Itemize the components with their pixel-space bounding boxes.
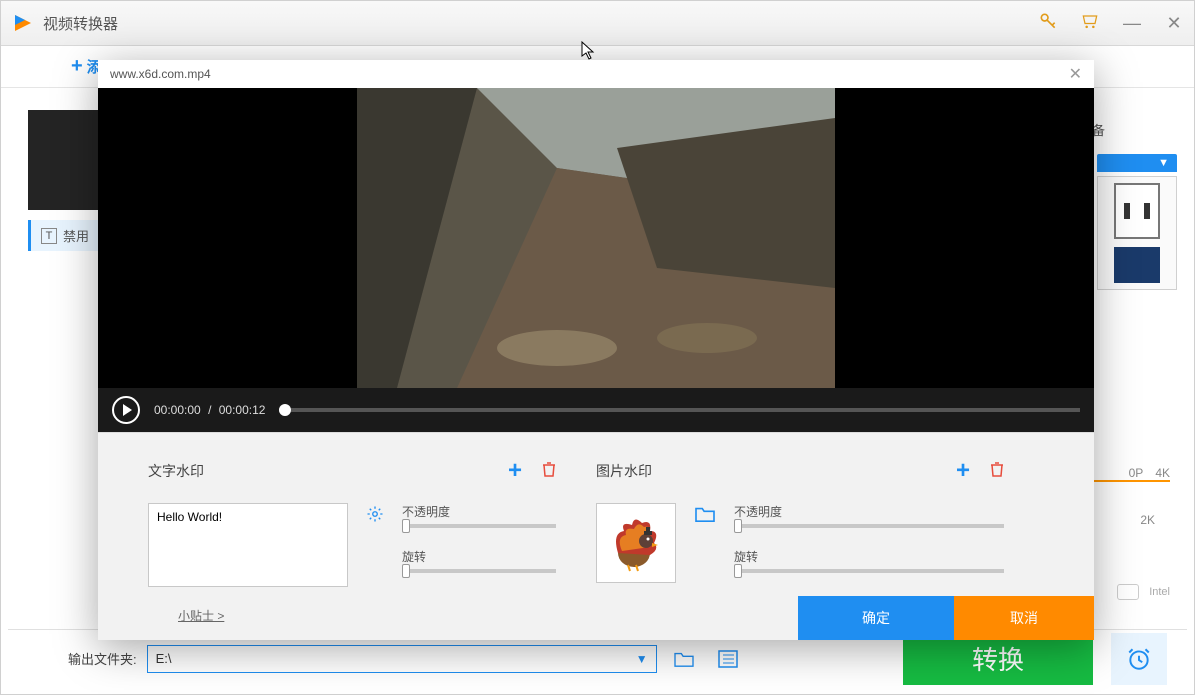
video-controls: 00:00:00 / 00:00:12	[98, 388, 1094, 432]
video-frame[interactable]: 央视 新闻	[357, 88, 835, 388]
intel-row: Intel	[1117, 584, 1170, 600]
video-preview-area: 央视 新闻	[98, 88, 1094, 388]
list-button[interactable]	[711, 645, 745, 673]
cart-icon[interactable]	[1080, 11, 1100, 36]
res-0p: 0P	[1129, 466, 1144, 480]
output-folder-label: 输出文件夹:	[68, 649, 137, 668]
minimize-button[interactable]: —	[1122, 13, 1142, 34]
text-rotate-label: 旋转	[402, 548, 556, 565]
img-opacity-label: 不透明度	[734, 503, 1004, 520]
browse-img-button[interactable]	[694, 505, 716, 583]
key-icon[interactable]	[1038, 11, 1058, 36]
format-preview-box	[1097, 176, 1177, 290]
res-2k: 2K	[1140, 513, 1155, 527]
dialog-buttons: 确定 取消	[798, 596, 1094, 640]
intel-chip-icon	[1117, 584, 1139, 600]
cancel-button[interactable]: 取消	[954, 596, 1094, 640]
slider-thumb[interactable]	[734, 564, 742, 578]
ok-button[interactable]: 确定	[798, 596, 954, 640]
text-wm-title: 文字水印	[148, 461, 204, 481]
chevron-down-icon: ▼	[636, 652, 648, 666]
output-path: E:\	[156, 651, 172, 666]
schedule-button[interactable]	[1111, 633, 1167, 685]
open-folder-button[interactable]	[667, 645, 701, 673]
add-img-wm-button[interactable]: +	[956, 457, 970, 485]
resolution-row: 0P 4K	[1129, 466, 1170, 480]
slider-thumb[interactable]	[402, 519, 410, 533]
res-4k: 4K	[1155, 466, 1170, 480]
intel-label: Intel	[1149, 586, 1170, 598]
slider-thumb[interactable]	[734, 519, 742, 533]
add-text-wm-button[interactable]: +	[508, 457, 522, 485]
right-panel: ▼	[1097, 110, 1177, 290]
seek-bar[interactable]	[279, 408, 1080, 412]
app-title: 视频转换器	[43, 13, 1038, 34]
format-preview-1[interactable]	[1114, 183, 1160, 239]
dialog-close-button[interactable]: ✕	[1069, 64, 1082, 84]
img-opacity-slider[interactable]	[734, 524, 1004, 528]
resolution-bar[interactable]	[1090, 480, 1170, 482]
img-wm-title: 图片水印	[596, 461, 652, 481]
convert-button[interactable]: 转换	[903, 633, 1093, 685]
text-opacity-label: 不透明度	[402, 503, 556, 520]
chevron-down-icon: ▼	[1158, 157, 1169, 169]
format-preview-2[interactable]	[1114, 247, 1160, 283]
text-rotate-slider[interactable]	[402, 569, 556, 573]
dialog-title-bar: www.x6d.com.mp4 ✕	[98, 60, 1094, 88]
video-thumbnail[interactable]	[28, 110, 98, 210]
format-dropdown[interactable]: ▼	[1097, 154, 1177, 172]
slider-thumb[interactable]	[402, 564, 410, 578]
text-opacity-slider[interactable]	[402, 524, 556, 528]
watermark-dialog: www.x6d.com.mp4 ✕ 央视 新闻 00:00:00 / 00	[98, 60, 1094, 640]
play-icon	[123, 404, 132, 416]
img-rotate-label: 旋转	[734, 548, 1004, 565]
delete-text-wm-button[interactable]	[542, 461, 556, 482]
output-folder-select[interactable]: E:\ ▼	[147, 645, 657, 673]
seek-thumb[interactable]	[279, 404, 291, 416]
time-display: 00:00:00 / 00:00:12	[154, 403, 265, 417]
img-wm-preview[interactable]	[596, 503, 676, 583]
turkey-icon	[606, 513, 666, 573]
text-wm-input[interactable]	[148, 503, 348, 587]
dialog-filename: www.x6d.com.mp4	[110, 67, 211, 81]
play-button[interactable]	[112, 396, 140, 424]
title-bar: 视频转换器 — ✕	[1, 1, 1194, 46]
tips-link[interactable]: 小贴士 >	[178, 607, 224, 624]
text-wm-settings-button[interactable]	[366, 505, 384, 587]
disable-tab[interactable]: T 禁用	[28, 220, 99, 251]
app-logo-icon	[11, 11, 35, 35]
watermark-panel: 文字水印 + 不透明度 旋转	[98, 432, 1094, 640]
close-window-button[interactable]: ✕	[1164, 13, 1184, 34]
img-rotate-slider[interactable]	[734, 569, 1004, 573]
disable-label: 禁用	[63, 226, 89, 245]
text-icon: T	[41, 228, 57, 244]
plus-icon: +	[71, 55, 83, 78]
delete-img-wm-button[interactable]	[990, 461, 1004, 482]
